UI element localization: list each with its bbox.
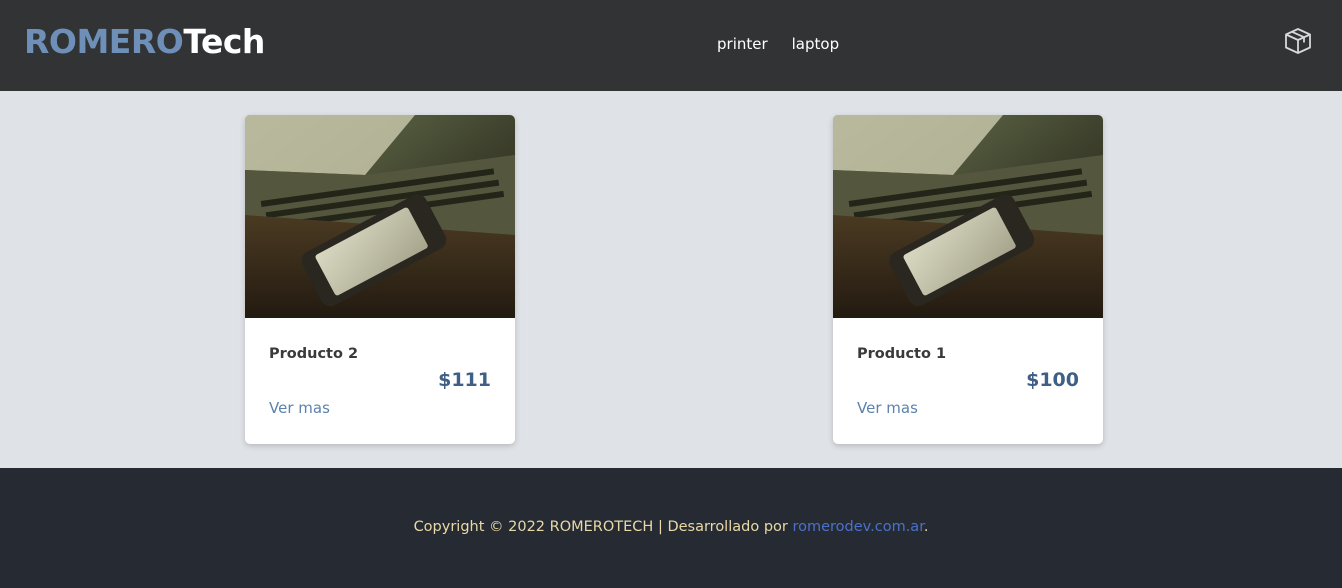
brand-part-romero: ROMERO xyxy=(24,22,184,61)
ver-mas-link[interactable]: Ver mas xyxy=(857,398,918,418)
footer: Copyright © 2022 ROMEROTECH | Desarrolla… xyxy=(0,468,1342,588)
nav-link-printer[interactable]: printer xyxy=(717,33,768,55)
brand-logo[interactable]: ROMEROTech xyxy=(24,22,265,62)
product-price: $100 xyxy=(1026,369,1079,391)
product-image[interactable] xyxy=(833,115,1103,318)
ver-mas-link[interactable]: Ver mas xyxy=(269,398,330,418)
package-box-icon[interactable] xyxy=(1283,26,1313,56)
product-name: Producto 1 xyxy=(857,346,947,362)
product-card[interactable]: Producto 2 $111 Ver mas xyxy=(245,115,515,444)
footer-link[interactable]: romerodev.com.ar xyxy=(792,519,923,535)
footer-copyright-text: Copyright © 2022 ROMEROTECH | Desarrolla… xyxy=(413,519,793,535)
footer-copyright: Copyright © 2022 ROMEROTECH | Desarrolla… xyxy=(0,517,1342,537)
brand-part-tech: Tech xyxy=(183,22,265,61)
product-image[interactable] xyxy=(245,115,515,318)
nav-links: printer laptop xyxy=(717,33,839,55)
product-card[interactable]: Producto 1 $100 Ver mas xyxy=(833,115,1103,444)
product-name: Producto 2 xyxy=(269,346,359,362)
product-price: $111 xyxy=(438,369,491,391)
product-grid: Producto 2 $111 Ver mas Producto 1 $100 … xyxy=(0,91,1342,468)
navbar: ROMEROTech printer laptop xyxy=(0,0,1342,91)
nav-link-laptop[interactable]: laptop xyxy=(792,33,839,55)
footer-period: . xyxy=(923,519,929,535)
